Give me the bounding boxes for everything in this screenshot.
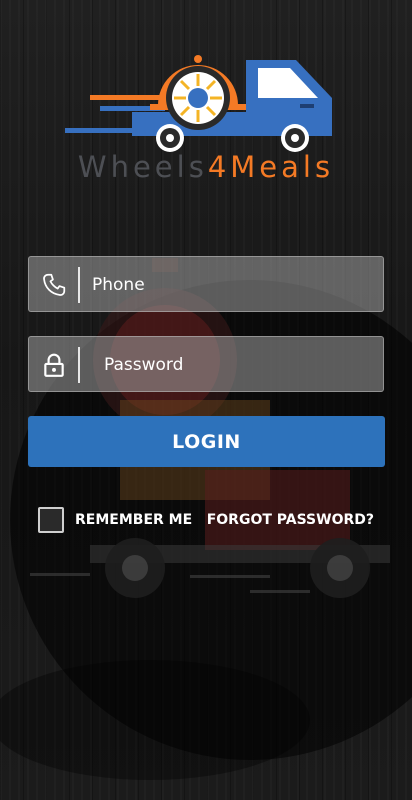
brand-part-4: 4 — [207, 150, 231, 184]
password-field[interactable] — [28, 336, 384, 393]
phone-field[interactable] — [28, 256, 384, 313]
brand-name: Wheels4Meals — [0, 150, 412, 184]
brand-part-wheels: Wheels — [77, 150, 208, 184]
phone-separator — [78, 267, 80, 303]
remember-me-checkbox[interactable] — [38, 507, 64, 533]
lock-icon — [44, 353, 64, 377]
login-button[interactable]: LOGIN — [28, 416, 385, 467]
phone-input[interactable] — [90, 257, 375, 313]
phone-icon — [43, 273, 66, 296]
password-input[interactable] — [102, 337, 375, 393]
forgot-password-link[interactable]: FORGOT PASSWORD? — [207, 512, 374, 528]
remember-me-label[interactable]: REMEMBER ME — [75, 512, 192, 528]
password-separator — [78, 347, 80, 383]
brand-part-meals: Meals — [230, 150, 335, 184]
